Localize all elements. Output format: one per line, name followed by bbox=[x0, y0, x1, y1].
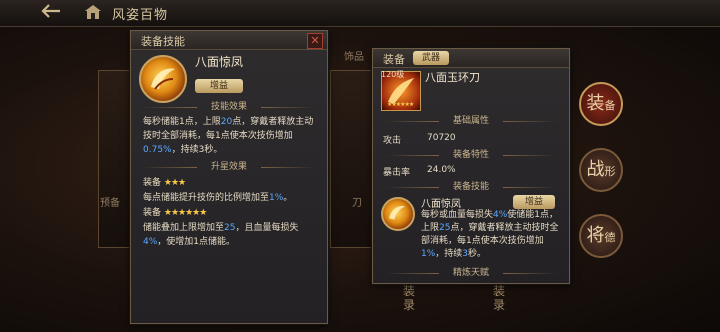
attack-label: 攻击 bbox=[383, 136, 402, 146]
section-base-attr: 基础属性 bbox=[373, 115, 569, 127]
equip-skill-icon bbox=[381, 197, 415, 231]
crit-value: 24.0% bbox=[427, 165, 456, 175]
upgrade-2-label: 装备 ★★★★★★ bbox=[143, 208, 207, 218]
text-segment: ，持续 bbox=[435, 249, 463, 259]
skill-panel-title: 装备技能 bbox=[141, 35, 185, 48]
background-right-card-text: 刀 bbox=[352, 198, 362, 209]
equip-skill-name: 八面惊凤 bbox=[421, 199, 461, 210]
text-segment: ，持续3秒。 bbox=[171, 145, 223, 155]
section-refine-talent: 精炼天赋 bbox=[373, 267, 569, 279]
side-nav-equip[interactable]: 装备 bbox=[579, 82, 623, 126]
background-right-card bbox=[330, 70, 372, 248]
highlight-value: 25 bbox=[439, 223, 451, 233]
highlight-value: 4% bbox=[143, 237, 158, 247]
side-nav-battle-sub: 形 bbox=[604, 165, 616, 178]
upgrade-1-text: 每点储能提升技伤的比例增加至1%。 bbox=[143, 191, 319, 205]
text-segment: ，使增加1点储能。 bbox=[157, 237, 236, 247]
background-vertical-right: 装录 bbox=[492, 284, 505, 312]
crit-label: 暴击率 bbox=[383, 168, 411, 178]
upgrade-2-stars: ★★★★★★ bbox=[163, 208, 207, 218]
side-nav-battle-label: 战 bbox=[586, 159, 605, 180]
text-segment: ，且血量每损失 bbox=[235, 223, 299, 233]
section-upgrade-effect: 升星效果 bbox=[131, 161, 327, 173]
side-nav-battle[interactable]: 战形 bbox=[579, 148, 623, 192]
side-nav-equip-label: 装 bbox=[586, 93, 605, 114]
highlight-value: 4% bbox=[493, 210, 508, 220]
upgrade-2-text: 储能叠加上限增加至25，且血量每损失 4%，使增加1点储能。 bbox=[143, 221, 319, 249]
attack-value: 70720 bbox=[427, 133, 456, 143]
highlight-value: 25 bbox=[224, 223, 236, 233]
upgrade-1-label: 装备 ★★★ bbox=[143, 178, 186, 188]
upgrade-1-stars: ★★★ bbox=[163, 178, 186, 188]
top-bar: 风姿百物 bbox=[0, 0, 720, 27]
skill-panel-header: 装备技能 ✕ bbox=[131, 31, 327, 50]
background-tab-label: 饰品 bbox=[344, 52, 364, 63]
section-equip-trait: 装备特性 bbox=[373, 149, 569, 161]
equipment-panel: 装备 武器 120级 ★★★★★★ 八面玉环刀 基础属性 攻击 70720 装备… bbox=[372, 48, 570, 284]
skill-buff-tag: 增益 bbox=[195, 79, 243, 93]
text-segment: 每秒储能1点，上限 bbox=[143, 117, 221, 127]
highlight-value: 1% bbox=[269, 193, 284, 203]
highlight-value: 0.75% bbox=[143, 145, 172, 155]
side-nav-virtue-label: 将 bbox=[586, 225, 605, 246]
home-icon[interactable] bbox=[84, 4, 102, 20]
equipment-panel-header: 装备 武器 bbox=[373, 49, 569, 68]
equip-skill-text: 每秒或血量每损失4%使储能1点，上限25点，穿戴者释放主动技时全部消耗，每1点使… bbox=[421, 209, 561, 261]
weapon-stars: ★★★★★★ bbox=[387, 101, 414, 108]
side-nav-virtue-sub: 德 bbox=[604, 231, 616, 244]
text-segment: 每秒或血量每损失 bbox=[421, 210, 494, 220]
section-skill-effect: 技能效果 bbox=[131, 101, 327, 113]
highlight-value: 1% bbox=[421, 249, 436, 259]
equip-skill-tag: 增益 bbox=[513, 195, 555, 209]
skill-name: 八面惊凤 bbox=[195, 55, 244, 69]
side-nav-equip-sub: 备 bbox=[604, 99, 616, 112]
side-nav-virtue[interactable]: 将德 bbox=[579, 214, 623, 258]
back-arrow-icon[interactable] bbox=[38, 3, 64, 23]
text-segment: 储能叠加上限增加至 bbox=[143, 223, 225, 233]
equipment-type-tag: 武器 bbox=[413, 51, 449, 65]
page-title: 风姿百物 bbox=[112, 8, 169, 23]
text-segment: 秒。 bbox=[468, 249, 487, 259]
text-segment: 每点储能提升技伤的比例增加至 bbox=[143, 193, 270, 203]
text-segment: 。 bbox=[283, 193, 293, 203]
skill-panel: 装备技能 ✕ 八面惊凤 增益 技能效果 每秒储能1点，上限20点，穿戴者释放主动… bbox=[130, 30, 328, 324]
highlight-value: 20 bbox=[220, 117, 233, 127]
skill-icon bbox=[139, 55, 187, 103]
weapon-name: 八面玉环刀 bbox=[425, 71, 480, 84]
background-left-card-text: 预备 bbox=[100, 198, 120, 209]
skill-effect-text: 每秒储能1点，上限20点，穿戴者释放主动技时全部消耗，每1点使本次技伤增加0.7… bbox=[143, 115, 319, 157]
equipment-panel-title: 装备 bbox=[383, 53, 405, 66]
close-icon[interactable]: ✕ bbox=[307, 33, 323, 49]
background-vertical-left: 装录 bbox=[402, 284, 415, 312]
weapon-level: 120级 bbox=[381, 70, 405, 79]
section-equip-skill: 装备技能 bbox=[373, 181, 569, 193]
